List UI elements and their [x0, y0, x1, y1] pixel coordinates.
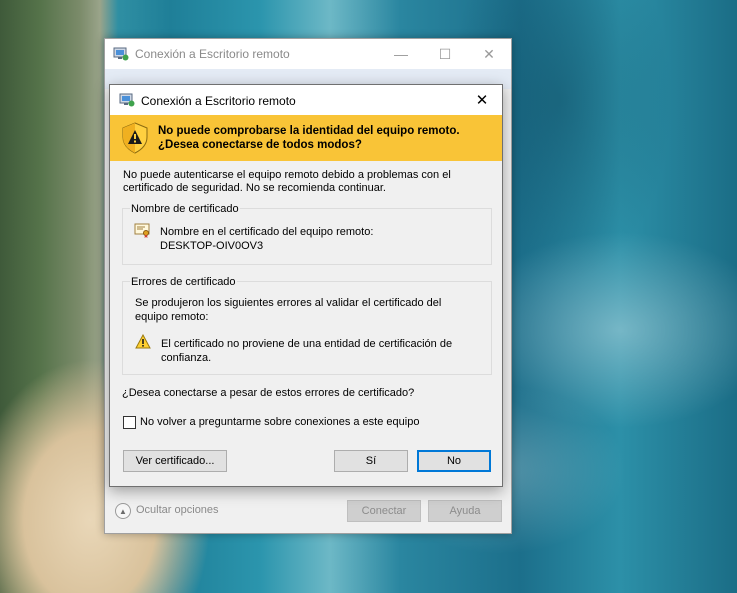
- connect-question: ¿Desea conectarse a pesar de estos error…: [122, 387, 415, 399]
- certificate-name-label: Nombre en el certificado del equipo remo…: [160, 226, 374, 238]
- dialog-title: Conexión a Escritorio remoto: [141, 94, 296, 108]
- warning-title: No puede comprobarse la identidad del eq…: [158, 124, 460, 152]
- dialog-titlebar[interactable]: Conexión a Escritorio remoto ✕: [110, 85, 502, 115]
- close-main-button[interactable]: ✕: [467, 39, 511, 69]
- chevron-up-icon[interactable]: ▲: [115, 503, 131, 519]
- close-dialog-button[interactable]: ✕: [462, 85, 502, 115]
- intro-text: No puede autenticarse el equipo remoto d…: [123, 169, 451, 194]
- no-button[interactable]: No: [417, 450, 491, 472]
- certificate-errors-heading: Errores de certificado: [130, 276, 237, 288]
- certificate-warning-dialog: Conexión a Escritorio remoto ✕ No puede …: [109, 84, 503, 487]
- yes-button[interactable]: Sí: [334, 450, 408, 472]
- warning-banner: No puede comprobarse la identidad del eq…: [110, 115, 502, 161]
- certificate-name-heading: Nombre de certificado: [130, 203, 240, 215]
- main-window-title: Conexión a Escritorio remoto: [135, 47, 290, 61]
- certificate-name-info: Nombre en el certificado del equipo remo…: [160, 225, 373, 253]
- help-button[interactable]: Ayuda: [428, 500, 502, 522]
- hide-options-link[interactable]: Ocultar opciones: [136, 504, 219, 516]
- main-window-titlebar[interactable]: Conexión a Escritorio remoto — ☐ ✕: [105, 39, 511, 69]
- maximize-button[interactable]: ☐: [423, 39, 467, 69]
- remote-desktop-icon: [113, 47, 129, 64]
- warning-title-line-1: No puede comprobarse la identidad del eq…: [158, 125, 460, 137]
- warning-title-line-2: ¿Desea conectarse de todos modos?: [158, 139, 362, 151]
- dont-ask-again-label[interactable]: No volver a preguntarme sobre conexiones…: [140, 416, 419, 428]
- dont-ask-again-checkbox[interactable]: [123, 416, 136, 429]
- minimize-button[interactable]: —: [379, 39, 423, 69]
- certificate-error-item: El certificado no proviene de una entida…: [161, 338, 453, 364]
- certificate-icon: [134, 222, 150, 241]
- view-certificate-button[interactable]: Ver certificado...: [123, 450, 227, 472]
- remote-desktop-icon: [119, 93, 135, 110]
- main-window-footer: ▲ Ocultar opciones Conectar Ayuda: [105, 487, 511, 533]
- certificate-errors-description: Se produjeron los siguientes errores al …: [135, 297, 442, 323]
- certificate-name-value: DESKTOP-OIV0OV3: [160, 240, 264, 252]
- warning-triangle-icon: [135, 333, 151, 352]
- shield-warning-icon: [121, 122, 149, 157]
- connect-button[interactable]: Conectar: [347, 500, 421, 522]
